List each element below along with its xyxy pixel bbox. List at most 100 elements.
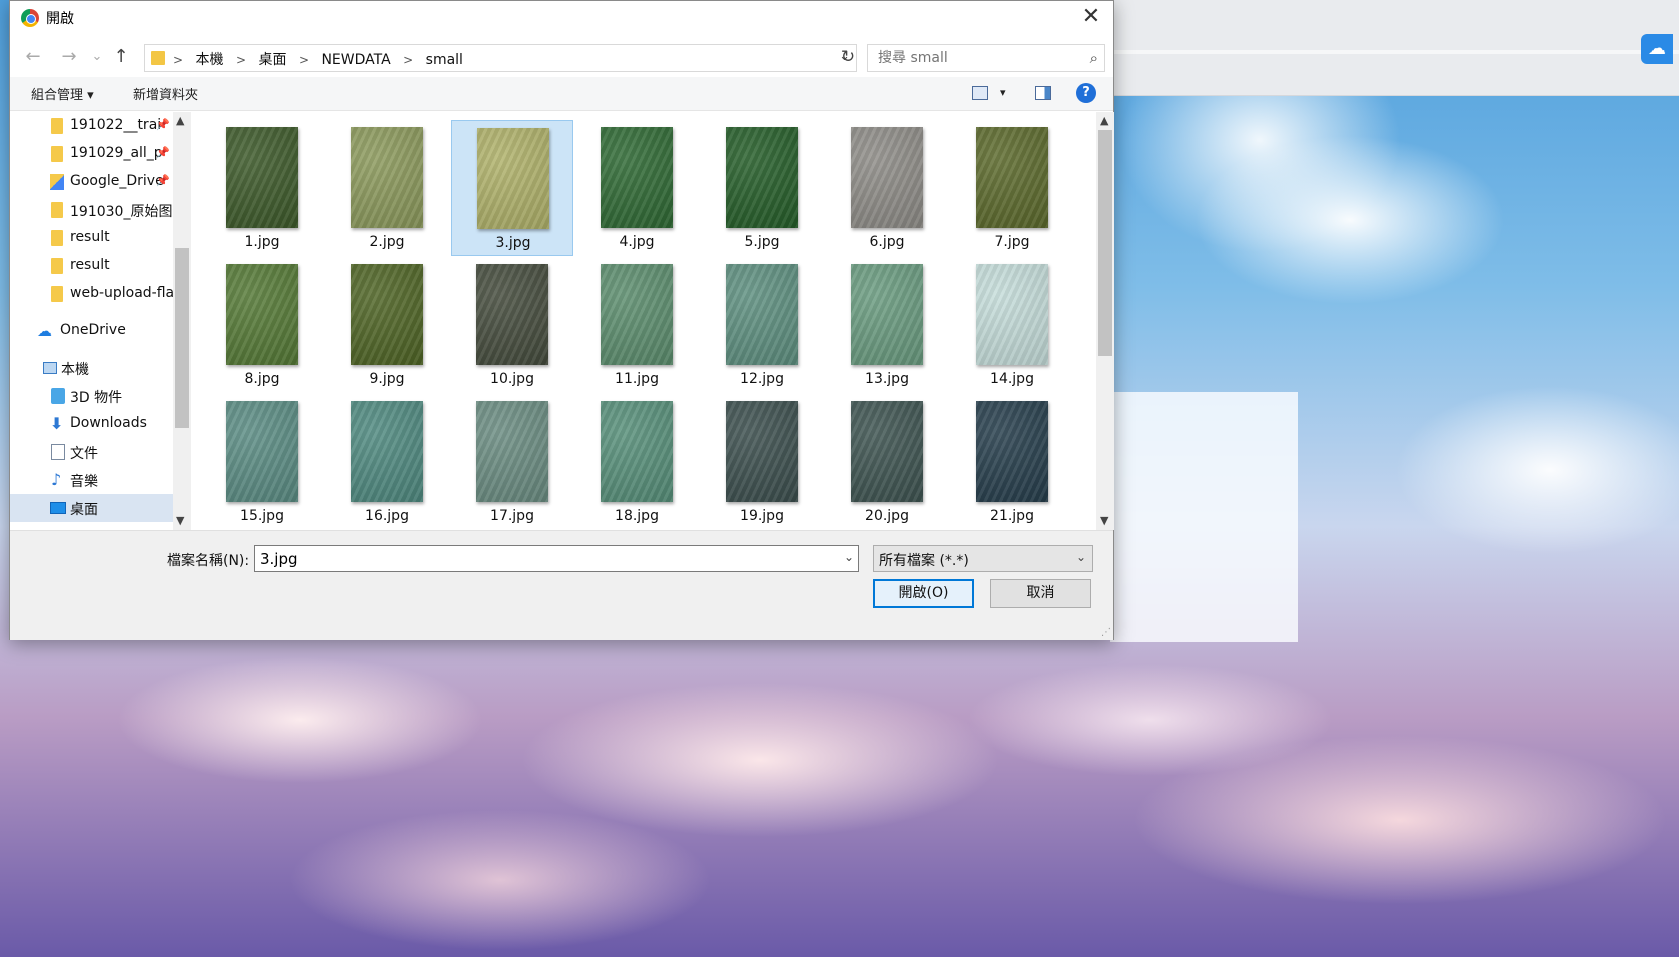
file-thumbnail [351, 127, 423, 228]
search-icon[interactable]: ⌕ [1090, 49, 1098, 67]
file-name: 17.jpg [490, 508, 534, 524]
nav-item-191029-all-p[interactable]: 191029_all_p 📌 [10, 140, 173, 168]
breadcrumb: > 本機 > 桌面 > NEWDATA > small [173, 49, 463, 69]
breadcrumb-desktop[interactable]: 桌面 [258, 52, 286, 68]
scroll-up-icon[interactable]: ▲ [176, 114, 184, 127]
file-item[interactable]: 3.jpg [451, 120, 573, 256]
view-dropdown-icon[interactable]: ▾ [1000, 86, 1006, 99]
nav-item-191030[interactable]: 191030_原始图像 [10, 196, 173, 224]
scroll-thumb[interactable] [1098, 130, 1112, 356]
nav-item-result[interactable]: result [10, 224, 173, 252]
file-item[interactable]: 17.jpg [451, 394, 573, 530]
preview-pane-icon[interactable] [1035, 86, 1051, 100]
file-name: 11.jpg [615, 371, 659, 387]
filename-input[interactable] [258, 548, 828, 569]
file-thumbnail [851, 401, 923, 502]
folder-icon [51, 230, 63, 246]
breadcrumb-this-pc[interactable]: 本機 [196, 52, 224, 68]
file-name: 14.jpg [990, 371, 1034, 387]
cancel-button[interactable]: 取消 [990, 579, 1091, 608]
close-button[interactable]: ✕ [1069, 1, 1113, 35]
open-button[interactable]: 開啟(O) [873, 579, 974, 608]
nav-item-documents[interactable]: 文件 [10, 438, 173, 466]
file-item[interactable]: 16.jpg [326, 394, 448, 530]
file-type-select[interactable]: 所有檔案 (*.*) ⌄ [873, 545, 1093, 572]
up-button[interactable]: ↑ [110, 46, 132, 68]
file-name: 5.jpg [744, 234, 780, 250]
file-thumbnail [726, 401, 798, 502]
forward-button[interactable]: → [58, 46, 80, 68]
file-name: 16.jpg [365, 508, 409, 524]
file-item[interactable]: 6.jpg [826, 120, 948, 256]
file-item[interactable]: 11.jpg [576, 257, 698, 393]
file-item[interactable]: 4.jpg [576, 120, 698, 256]
file-name: 2.jpg [369, 234, 405, 250]
file-item[interactable]: 7.jpg [951, 120, 1073, 256]
help-icon[interactable]: ? [1076, 83, 1096, 103]
file-thumbnail [351, 401, 423, 502]
chevron-down-icon[interactable]: ⌄ [844, 550, 854, 564]
resize-grip-icon[interactable]: ⋰ [1101, 627, 1111, 638]
file-item[interactable]: 8.jpg [201, 257, 323, 393]
file-list: 1.jpg 2.jpg 3.jpg 4.jpg 5.jpg 6.jpg 7.jpg 8.jpg… [191, 112, 1114, 530]
nav-item-3d-objects[interactable]: 3D 物件 [10, 382, 173, 410]
file-item[interactable]: 21.jpg [951, 394, 1073, 530]
new-folder-button[interactable]: 新增資料夾 [133, 84, 198, 103]
file-item[interactable]: 18.jpg [576, 394, 698, 530]
breadcrumb-newdata[interactable]: NEWDATA [321, 52, 390, 68]
nav-item-desktop[interactable]: 桌面 [10, 494, 173, 522]
nav-item-music[interactable]: ♪ 音樂 [10, 466, 173, 494]
scroll-down-icon[interactable]: ▼ [176, 514, 184, 527]
nav-item-label: 191022__trai [70, 117, 162, 133]
nav-item-result-2[interactable]: result [10, 252, 173, 280]
nav-item-label: Google_Drive [70, 173, 164, 189]
nav-item-label: Downloads [70, 415, 147, 431]
file-item[interactable]: 20.jpg [826, 394, 948, 530]
recent-locations-button[interactable]: ⌄ [86, 46, 108, 68]
search-box[interactable]: ⌕ [867, 44, 1105, 72]
file-item[interactable]: 10.jpg [451, 257, 573, 393]
file-name: 20.jpg [865, 508, 909, 524]
folder-icon [51, 146, 63, 162]
nav-item-downloads[interactable]: ⬇ Downloads [10, 410, 173, 438]
scroll-up-icon[interactable]: ▲ [1100, 114, 1108, 127]
file-thumbnail [851, 264, 923, 365]
breadcrumb-separator: > [403, 53, 414, 67]
nav-item-label: result [70, 257, 110, 273]
nav-scrollbar[interactable]: ▲ ▼ [173, 112, 191, 530]
chevron-down-icon[interactable]: ⌄ [1076, 550, 1086, 564]
file-item[interactable]: 2.jpg [326, 120, 448, 256]
file-item[interactable]: 1.jpg [201, 120, 323, 256]
filename-combobox[interactable]: ⌄ [254, 545, 859, 572]
view-icon[interactable] [972, 86, 988, 100]
file-thumbnail [601, 264, 673, 365]
file-item[interactable]: 5.jpg [701, 120, 823, 256]
file-item[interactable]: 9.jpg [326, 257, 448, 393]
file-item[interactable]: 12.jpg [701, 257, 823, 393]
refresh-button[interactable]: ↻ [836, 44, 860, 72]
nav-item-web-upload-flask[interactable]: web-upload-flask [10, 280, 173, 308]
nav-item-191022-trai[interactable]: 191022__trai 📌 [10, 112, 173, 140]
nav-item-this-pc[interactable]: 本機 [10, 354, 173, 382]
nav-item-google-drive[interactable]: Google_Drive 📌 [10, 168, 173, 196]
file-item[interactable]: 15.jpg [201, 394, 323, 530]
nav-item-label: 191029_all_p [70, 145, 163, 161]
breadcrumb-small[interactable]: small [426, 52, 463, 68]
file-name: 6.jpg [869, 234, 905, 250]
nav-item-onedrive[interactable]: ☁ OneDrive [10, 317, 173, 345]
3d-objects-icon [51, 388, 65, 404]
file-item[interactable]: 13.jpg [826, 257, 948, 393]
file-scrollbar[interactable]: ▲ ▼ [1096, 112, 1114, 530]
organize-button[interactable]: 組合管理 ▾ [31, 84, 94, 103]
search-input[interactable] [876, 47, 1076, 69]
breadcrumb-separator: > [298, 53, 309, 67]
cloud-extension-icon[interactable]: ☁ [1641, 34, 1673, 64]
navigation-bar: ← → ⌄ ↑ > 本機 > 桌面 > NEWDATA > small ⌄ ↻ … [10, 41, 1113, 75]
dialog-footer: 檔案名稱(N): ⌄ 所有檔案 (*.*) ⌄ 開啟(O) 取消 ⋰ [10, 530, 1113, 640]
file-item[interactable]: 19.jpg [701, 394, 823, 530]
scroll-down-icon[interactable]: ▼ [1100, 514, 1108, 527]
address-bar[interactable]: > 本機 > 桌面 > NEWDATA > small ⌄ [144, 44, 857, 72]
back-button[interactable]: ← [22, 46, 44, 68]
scroll-thumb[interactable] [175, 248, 189, 428]
file-item[interactable]: 14.jpg [951, 257, 1073, 393]
